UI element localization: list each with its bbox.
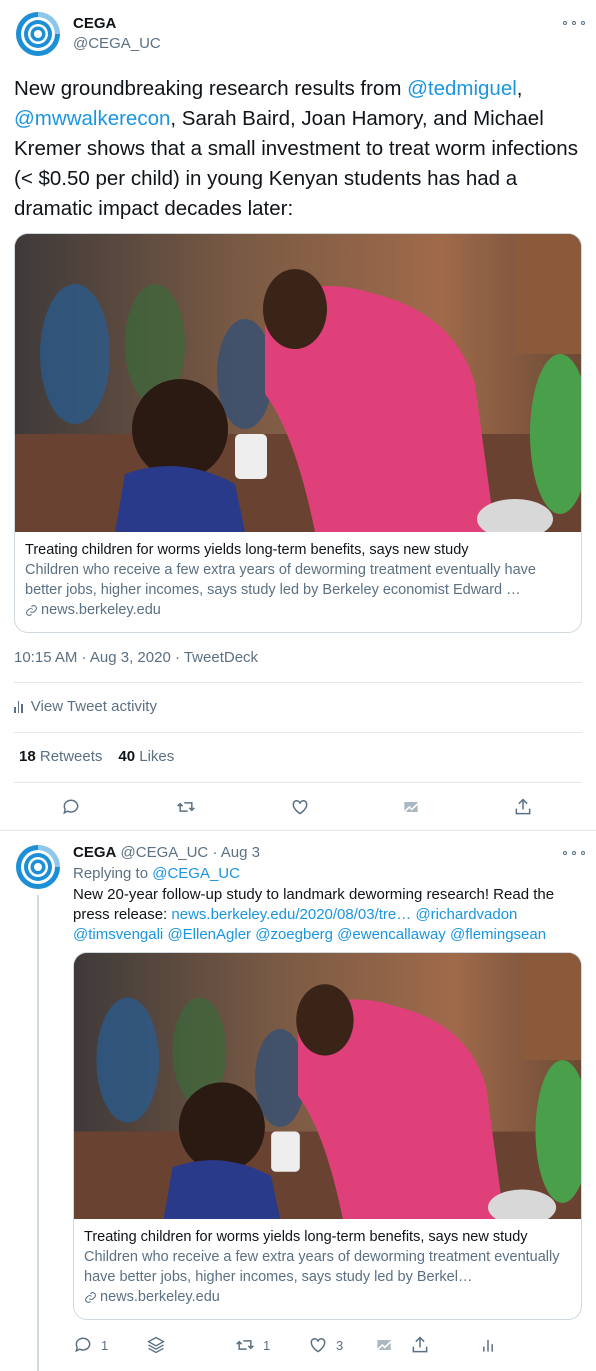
card-domain-text: news.berkeley.edu: [100, 1289, 220, 1305]
card-domain: news.berkeley.edu: [25, 600, 571, 620]
more-icon[interactable]: [563, 848, 585, 858]
link-card[interactable]: Treating children for worms yields long-…: [14, 233, 582, 633]
like-count: 3: [336, 1337, 344, 1353]
link-icon: [85, 1291, 96, 1303]
tweet-link[interactable]: @flemingsean: [450, 926, 546, 943]
activity-icon: [483, 1340, 493, 1352]
replying-prefix: Replying to: [73, 865, 153, 882]
reply-count: 1: [101, 1337, 109, 1353]
tweet-link[interactable]: @mwwalkerecon: [14, 107, 170, 130]
retweet-button[interactable]: 1: [235, 1335, 270, 1355]
card-title: Treating children for worms yields long-…: [25, 542, 469, 558]
activity-icon: [14, 700, 23, 713]
tweet-link[interactable]: @zoegberg: [255, 926, 333, 943]
author-name[interactable]: CEGA: [73, 15, 116, 32]
reply-icon: [63, 799, 79, 815]
likes-label: Likes: [139, 748, 175, 765]
stack-icon: [147, 1336, 165, 1354]
replying-to: Replying to @CEGA_UC: [73, 865, 240, 882]
tweet-text-segment: New groundbreaking research results from: [14, 77, 408, 100]
thread-line: [37, 895, 39, 1371]
cega-logo-icon: [16, 845, 60, 889]
tweet-text: New groundbreaking research results from…: [14, 74, 584, 224]
tweet-timestamp[interactable]: 10:15 AM · Aug 3, 2020 · TweetDeck: [14, 649, 258, 666]
card-title: Treating children for worms yields long-…: [84, 1229, 528, 1245]
reply-header: CEGA @CEGA_UC · Aug 3: [73, 844, 260, 861]
avatar[interactable]: [14, 843, 62, 891]
cega-logo-icon: [16, 12, 60, 56]
divider: [0, 830, 596, 831]
divider: [14, 732, 582, 733]
tipjar-icon: [403, 802, 419, 813]
card-image: [15, 234, 581, 532]
like-button[interactable]: [290, 797, 310, 817]
tweet-link[interactable]: @ewencallaway: [337, 926, 446, 943]
reply-button[interactable]: [61, 797, 81, 817]
share-icon: [515, 798, 531, 815]
card-description: Children who receive a few extra years o…: [84, 1249, 560, 1285]
activity-label: View Tweet activity: [30, 698, 157, 715]
tweet-link[interactable]: @timsvengali: [73, 926, 163, 943]
avatar[interactable]: [14, 10, 62, 58]
tipjar-button[interactable]: [401, 797, 421, 817]
tipjar-icon: [376, 1340, 392, 1351]
share-button[interactable]: [513, 797, 533, 817]
replying-handle[interactable]: @CEGA_UC: [152, 865, 240, 882]
tweet-date[interactable]: · Aug 3: [212, 844, 260, 861]
retweets-label: Retweets: [39, 748, 103, 765]
activity-button[interactable]: [478, 1335, 498, 1355]
tweet-link[interactable]: @EllenAgler: [167, 926, 251, 943]
divider: [14, 682, 582, 683]
retweets-stat[interactable]: 18 Retweets: [19, 748, 102, 765]
stack-button[interactable]: [146, 1335, 166, 1355]
reply-button[interactable]: 1: [73, 1335, 108, 1355]
tweet-text: New 20-year follow-up study to landmark …: [73, 885, 583, 945]
retweet-count: 1: [263, 1337, 271, 1353]
author-handle[interactable]: @CEGA_UC: [73, 35, 161, 52]
tweet-link[interactable]: @tedmiguel: [407, 77, 517, 100]
card-image: [74, 953, 581, 1219]
tipjar-button[interactable]: [374, 1335, 394, 1355]
likes-stat[interactable]: 40 Likes: [118, 748, 174, 765]
tweet-link[interactable]: news.berkeley.edu/2020/08/03/tre…: [171, 906, 411, 923]
retweets-count: 18: [19, 748, 36, 765]
retweet-icon: [236, 1340, 254, 1350]
link-card[interactable]: Treating children for worms yields long-…: [73, 952, 582, 1320]
author-name[interactable]: CEGA: [73, 844, 116, 861]
card-domain-text: news.berkeley.edu: [41, 602, 161, 618]
tweet-link[interactable]: @richardvadon: [415, 906, 517, 923]
retweet-icon: [177, 802, 195, 812]
card-domain: news.berkeley.edu: [84, 1287, 571, 1307]
share-icon: [412, 1336, 428, 1353]
more-icon[interactable]: [563, 18, 585, 28]
share-button[interactable]: [410, 1335, 430, 1355]
retweet-button[interactable]: [176, 797, 196, 817]
tweet-stats: 18 Retweets 40 Likes: [19, 748, 174, 765]
like-icon: [310, 1337, 326, 1353]
view-activity-link[interactable]: View Tweet activity: [14, 698, 157, 715]
tweet-text-segment: ,: [516, 77, 523, 100]
reply-icon: [75, 1337, 91, 1353]
like-icon: [292, 799, 308, 815]
divider: [14, 782, 582, 783]
card-description: Children who receive a few extra years o…: [25, 562, 536, 598]
author-handle[interactable]: @CEGA_UC: [121, 844, 209, 861]
like-button[interactable]: 3: [308, 1335, 343, 1355]
link-icon: [26, 604, 37, 616]
likes-count: 40: [118, 748, 136, 765]
